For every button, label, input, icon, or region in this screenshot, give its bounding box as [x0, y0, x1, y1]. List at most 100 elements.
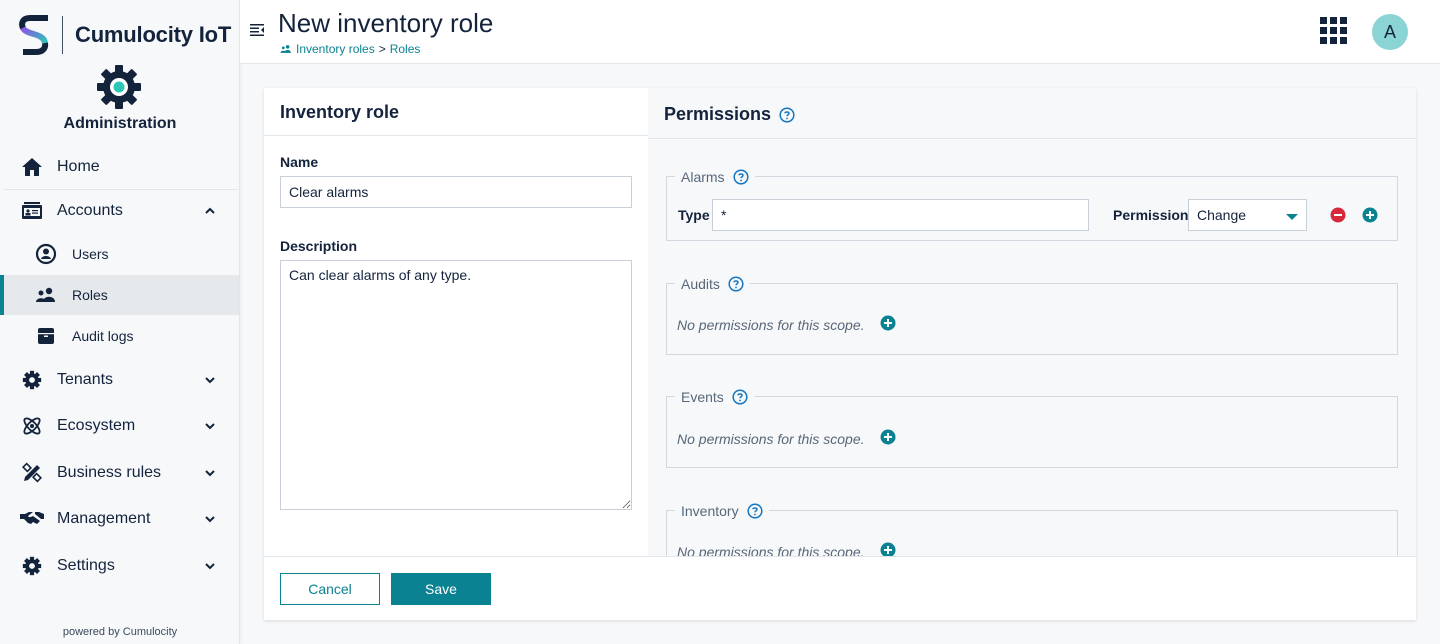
scope-name: Events	[681, 389, 724, 405]
sidebar-item-label: Home	[57, 158, 100, 175]
sidebar-item-roles[interactable]: Roles	[0, 275, 239, 315]
sidebar-item-settings[interactable]: Settings	[0, 547, 239, 585]
name-input[interactable]	[280, 176, 632, 208]
sidebar-item-ecosystem[interactable]: Ecosystem	[0, 407, 239, 445]
scope-legend: Audits	[675, 274, 750, 294]
chevron-down-icon	[205, 563, 215, 570]
brand: Cumulocity IoT	[18, 15, 231, 55]
help-icon[interactable]	[728, 276, 744, 292]
users-icon	[35, 284, 57, 306]
type-input[interactable]	[712, 199, 1089, 231]
sidebar-item-label: Ecosystem	[57, 417, 136, 434]
type-label: Type	[678, 207, 710, 223]
name-label: Name	[280, 154, 319, 170]
help-icon[interactable]	[747, 503, 763, 519]
app-switcher-button[interactable]	[1320, 17, 1347, 44]
breadcrumb-separator: >	[378, 42, 386, 56]
atom-icon	[20, 414, 44, 438]
help-icon[interactable]	[733, 169, 749, 185]
remove-permission-button[interactable]	[1330, 207, 1346, 223]
handshake-icon	[20, 507, 44, 531]
empty-scope-text: No permissions for this scope.	[677, 544, 865, 556]
sidebar-toggle-icon[interactable]	[249, 22, 265, 38]
chevron-down-icon	[205, 377, 215, 384]
chevron-up-icon	[205, 207, 215, 214]
scope-legend: Inventory	[675, 501, 769, 521]
grid-icon	[1320, 17, 1327, 24]
accounts-icon	[20, 199, 44, 223]
form-footer: Cancel Save	[264, 556, 1416, 620]
sidebar-item-audit-logs[interactable]: Audit logs	[0, 316, 239, 356]
section-title: Inventory role	[280, 102, 400, 122]
chevron-down-icon	[205, 423, 215, 430]
archive-icon	[35, 325, 57, 347]
ruler-pencil-icon	[20, 461, 44, 485]
scope-name: Inventory	[681, 503, 739, 519]
help-icon[interactable]	[779, 106, 795, 123]
breadcrumb-inventory-roles[interactable]: Inventory roles	[296, 42, 375, 56]
add-permission-button[interactable]	[880, 542, 896, 556]
empty-scope-text: No permissions for this scope.	[677, 317, 865, 333]
permissions-panel: Permissions Alarms Type Permission Chang…	[648, 88, 1416, 556]
permission-label: Permission	[1113, 207, 1189, 223]
brand-name: Cumulocity IoT	[75, 22, 232, 47]
sidebar-item-label: Accounts	[57, 202, 123, 219]
cancel-button[interactable]: Cancel	[280, 573, 380, 605]
save-button[interactable]: Save	[391, 573, 491, 605]
scope-name: Alarms	[681, 169, 725, 185]
sidebar-item-users[interactable]: Users	[0, 234, 239, 274]
administration-gear-icon	[97, 65, 141, 109]
user-circle-icon	[35, 243, 57, 265]
header: New inventory role Inventory roles > Rol…	[240, 0, 1440, 64]
brand-divider	[62, 16, 63, 54]
cumulocity-logo-icon	[19, 15, 49, 55]
scope-alarms: Alarms Type Permission Change	[666, 167, 1398, 241]
sidebar-item-management[interactable]: Management	[0, 500, 239, 538]
chevron-down-icon	[205, 470, 215, 477]
users-icon	[280, 45, 291, 53]
sidebar-item-label: Tenants	[57, 371, 114, 388]
sidebar-item-label: Management	[57, 510, 151, 527]
breadcrumb: Inventory roles > Roles	[280, 42, 420, 56]
sidebar-item-label: Users	[72, 246, 109, 262]
divider	[648, 138, 1416, 139]
scope-legend: Events	[675, 387, 754, 407]
app-name: Administration	[63, 115, 177, 132]
add-permission-button[interactable]	[1362, 207, 1378, 223]
add-permission-button[interactable]	[880, 315, 896, 331]
sidebar-item-label: Business rules	[57, 464, 162, 481]
sidebar-item-home[interactable]: Home	[0, 148, 239, 186]
gear-icon	[20, 554, 44, 578]
sidebar-item-label: Audit logs	[72, 328, 134, 344]
page-title: New inventory role	[278, 8, 494, 38]
role-form-card: Inventory role Name Description Can clea…	[264, 88, 1416, 620]
scope-name: Audits	[681, 276, 720, 292]
permission-select-value: Change	[1197, 207, 1247, 223]
user-avatar[interactable]: A	[1372, 14, 1408, 50]
divider	[264, 135, 648, 136]
add-permission-button[interactable]	[880, 429, 896, 445]
sidebar-item-tenants[interactable]: Tenants	[0, 361, 239, 399]
permissions-title: Permissions	[664, 104, 795, 125]
scope-audits: Audits No permissions for this scope.	[666, 274, 1398, 355]
help-icon[interactable]	[732, 389, 748, 405]
sidebar-item-accounts[interactable]: Accounts	[0, 192, 239, 230]
gear-icon	[20, 368, 44, 392]
empty-scope-text: No permissions for this scope.	[677, 431, 865, 447]
scope-events: Events No permissions for this scope.	[666, 387, 1398, 468]
description-label: Description	[280, 238, 358, 254]
nav-divider	[4, 189, 238, 190]
description-textarea[interactable]: Can clear alarms of any type.	[280, 260, 632, 510]
sidebar-item-business-rules[interactable]: Business rules	[0, 454, 239, 492]
caret-down-icon	[1286, 214, 1298, 220]
sidebar-item-label: Settings	[57, 557, 115, 574]
permissions-title-text: Permissions	[664, 104, 772, 124]
breadcrumb-roles[interactable]: Roles	[390, 42, 421, 56]
sidebar-item-label: Roles	[72, 287, 108, 303]
scope-inventory: Inventory No permissions for this scope.	[666, 501, 1398, 556]
scope-legend: Alarms	[675, 167, 755, 187]
inventory-role-panel: Inventory role Name Description Can clea…	[264, 88, 648, 556]
powered-by: powered by Cumulocity	[62, 626, 178, 638]
permission-select[interactable]: Change	[1188, 199, 1307, 231]
chevron-down-icon	[205, 516, 215, 523]
